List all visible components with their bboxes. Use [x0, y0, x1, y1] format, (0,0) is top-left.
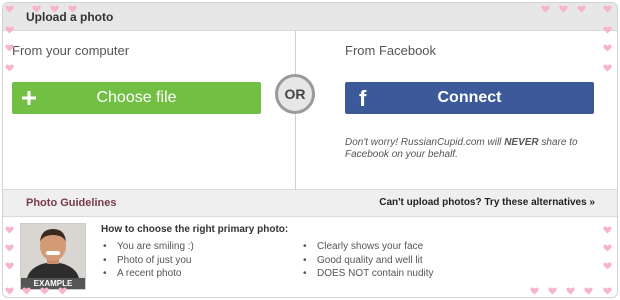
guidelines-list-left: You are smiling :) Photo of just you A r…	[101, 240, 194, 281]
choose-file-label: Choose file	[96, 89, 177, 106]
choose-file-button[interactable]: Choose file	[12, 82, 261, 114]
facebook-section-label: From Facebook	[345, 43, 437, 58]
facebook-connect-button[interactable]: f Connect	[345, 82, 594, 114]
guidelines-bar: Photo Guidelines Can't upload photos? Tr…	[3, 189, 617, 217]
list-item: Photo of just you	[101, 254, 194, 268]
example-person-image	[21, 224, 85, 278]
dialog-title: Upload a photo	[26, 10, 114, 24]
note-emphasis: NEVER	[504, 137, 539, 148]
list-item: Good quality and well lit	[301, 254, 434, 268]
or-separator: OR	[275, 74, 315, 114]
title-bar: Upload a photo	[3, 3, 617, 31]
list-item: You are smiling :)	[101, 240, 194, 254]
list-item: DOES NOT contain nudity	[301, 267, 434, 281]
facebook-privacy-note: Don't worry! RussianCupid.com will NEVER…	[345, 137, 595, 161]
guidelines-title: Photo Guidelines	[26, 197, 117, 209]
upload-dialog: Upload a photo From your computer From F…	[2, 2, 618, 298]
upload-alternatives-link[interactable]: Can't upload photos? Try these alternati…	[379, 197, 595, 208]
connect-label: Connect	[437, 89, 502, 106]
computer-section-label: From your computer	[12, 43, 130, 58]
or-label: OR	[284, 86, 306, 102]
list-item: A recent photo	[101, 267, 194, 281]
example-caption: EXAMPLE	[21, 278, 85, 289]
list-item: Clearly shows your face	[301, 240, 434, 254]
guidelines-heading: How to choose the right primary photo:	[101, 224, 289, 235]
note-prefix: Don't worry! RussianCupid.com will	[345, 137, 505, 148]
example-photo: EXAMPLE	[20, 223, 86, 290]
guidelines-list-right: Clearly shows your face Good quality and…	[301, 240, 434, 281]
